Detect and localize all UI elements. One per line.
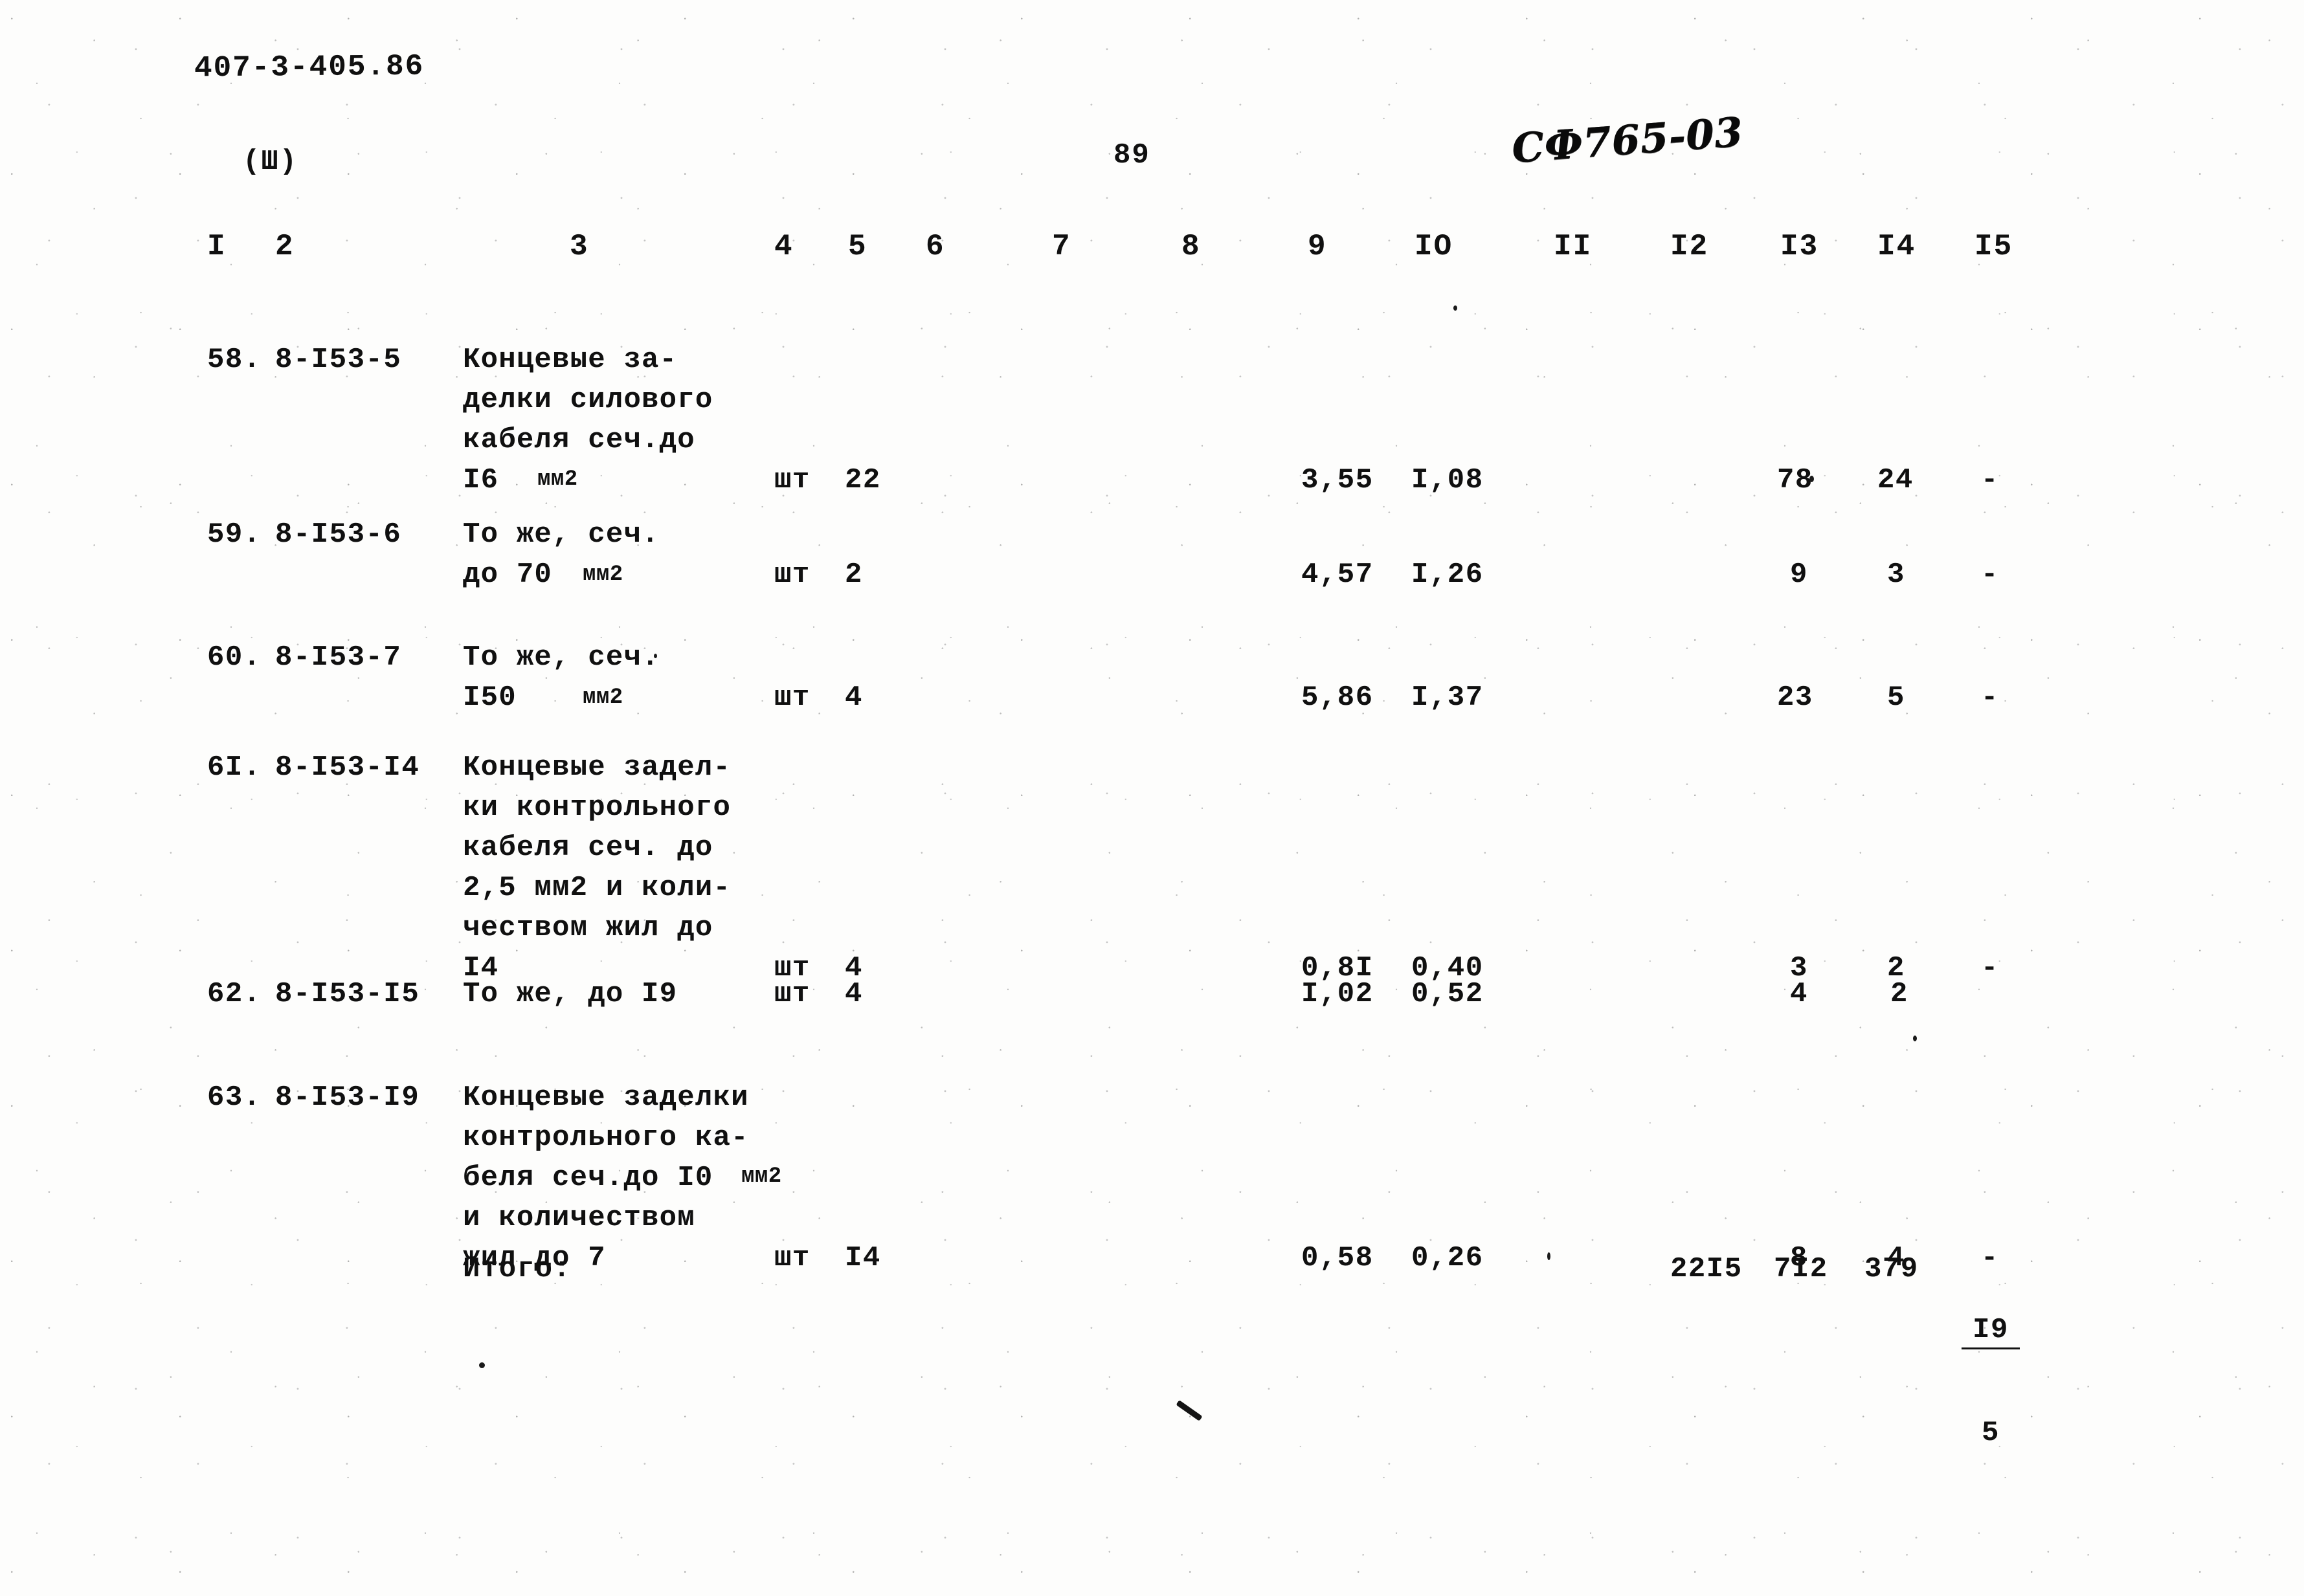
scan-speck xyxy=(654,654,657,658)
row-col14: 5 xyxy=(1887,682,1905,714)
handwritten-archive-code: СФ765-03 xyxy=(1510,108,1745,172)
column-header-1: I xyxy=(207,230,227,263)
document-code: 407-3-405.86 xyxy=(194,49,425,85)
row-code: 8-I53-7 xyxy=(275,641,402,674)
row-col10: I,37 xyxy=(1411,682,1484,714)
document-sheet: 407-3-405.86 (Ш) 89 СФ765-03 I 2 3 4 5 6… xyxy=(0,0,2304,1596)
row-col9: I,02 xyxy=(1301,978,1374,1010)
row-description-unit: мм2 xyxy=(537,467,578,492)
column-header-7: 7 xyxy=(1052,230,1071,263)
column-header-8: 8 xyxy=(1181,230,1201,263)
row-code: 8-I53-I4 xyxy=(275,751,420,784)
row-number: 6I. xyxy=(207,751,262,784)
scan-streak xyxy=(1176,1400,1203,1421)
row-col14: 24 xyxy=(1877,464,1914,496)
row-col9: 4,57 xyxy=(1301,559,1374,591)
column-header-15: I5 xyxy=(1974,230,2013,263)
total-col15-numerator: I9 xyxy=(1962,1314,2020,1349)
row-quantity: 22 xyxy=(845,464,881,496)
scan-speck xyxy=(1809,476,1814,482)
total-col12: 22I5 xyxy=(1670,1253,1743,1285)
column-header-12: I2 xyxy=(1670,230,1709,263)
row-unit: шт xyxy=(774,464,811,496)
scan-speck xyxy=(1453,305,1457,311)
row-unit: шт xyxy=(774,1242,811,1274)
row-description-unit: мм2 xyxy=(583,562,623,587)
row-number: 63. xyxy=(207,1081,262,1114)
sheet-marker: (Ш) xyxy=(243,146,298,178)
column-header-6: 6 xyxy=(926,230,945,263)
row-number: 58. xyxy=(207,344,262,376)
row-description: То же, сеч. до 70 xyxy=(463,518,660,591)
scan-speck xyxy=(479,1362,485,1368)
row-description: Концевые за- делки силового кабеля сеч.д… xyxy=(463,344,713,496)
row-number: 59. xyxy=(207,518,262,551)
row-col10: 0,26 xyxy=(1411,1242,1484,1274)
row-description: Концевые заделки контрольного ка- беля с… xyxy=(463,1081,749,1194)
row-code: 8-I53-I5 xyxy=(275,978,420,1010)
row-col15: - xyxy=(1981,952,1999,984)
row-col14: 2 xyxy=(1890,978,1908,1010)
row-quantity: 4 xyxy=(845,978,863,1010)
row-description: Концевые задел- ки контрольного кабеля с… xyxy=(463,751,732,984)
row-col13: 78 xyxy=(1777,464,1813,496)
row-col9: 0,58 xyxy=(1301,1242,1374,1274)
column-header-3: 3 xyxy=(570,230,589,263)
row-description-unit: мм2 xyxy=(583,685,623,710)
column-header-14: I4 xyxy=(1877,230,1916,263)
row-code: 8-I53-6 xyxy=(275,518,402,551)
row-description-unit: мм2 xyxy=(741,1164,782,1189)
row-col9: 5,86 xyxy=(1301,682,1374,714)
scan-speck xyxy=(1547,1252,1550,1260)
row-unit: шт xyxy=(774,559,811,591)
row-number: 60. xyxy=(207,641,262,674)
scanned-page: 407-3-405.86 (Ш) 89 СФ765-03 I 2 3 4 5 6… xyxy=(0,0,2304,1596)
total-label: Итого: xyxy=(463,1253,572,1285)
row-col13: 9 xyxy=(1790,559,1808,591)
row-col10: I,26 xyxy=(1411,559,1484,591)
row-code: 8-I53-I9 xyxy=(275,1081,420,1114)
row-col15: - xyxy=(1981,464,1999,496)
column-header-2: 2 xyxy=(275,230,295,263)
total-col15-denominator: 5 xyxy=(1982,1417,2000,1449)
row-number: 62. xyxy=(207,978,262,1010)
column-header-9: 9 xyxy=(1308,230,1327,263)
column-header-13: I3 xyxy=(1780,230,1819,263)
total-col13: 7I2 xyxy=(1774,1253,1828,1285)
row-unit: шт xyxy=(774,682,811,714)
row-col10: I,08 xyxy=(1411,464,1484,496)
row-description: То же, до I9 xyxy=(463,978,678,1010)
row-quantity: 2 xyxy=(845,559,863,591)
page-number: 89 xyxy=(1113,139,1150,172)
column-header-10: IO xyxy=(1415,230,1453,263)
row-code: 8-I53-5 xyxy=(275,344,402,376)
column-header-4: 4 xyxy=(774,230,794,263)
row-quantity: I4 xyxy=(845,1242,881,1274)
row-quantity: 4 xyxy=(845,682,863,714)
total-col14: 379 xyxy=(1864,1253,1919,1285)
row-unit: шт xyxy=(774,978,811,1010)
row-col13: 4 xyxy=(1790,978,1808,1010)
scan-speck xyxy=(1913,1036,1917,1041)
row-col15: - xyxy=(1981,559,1999,591)
row-col15: - xyxy=(1981,682,1999,714)
column-header-11: II xyxy=(1554,230,1593,263)
row-col13: 23 xyxy=(1777,682,1813,714)
row-description: То же, сеч. I50 xyxy=(463,641,660,714)
row-col14: 3 xyxy=(1887,559,1905,591)
column-header-5: 5 xyxy=(848,230,867,263)
row-col9: 3,55 xyxy=(1301,464,1374,496)
total-col15-fraction: I9 5 xyxy=(1962,1249,2020,1514)
row-col10: 0,52 xyxy=(1411,978,1484,1010)
